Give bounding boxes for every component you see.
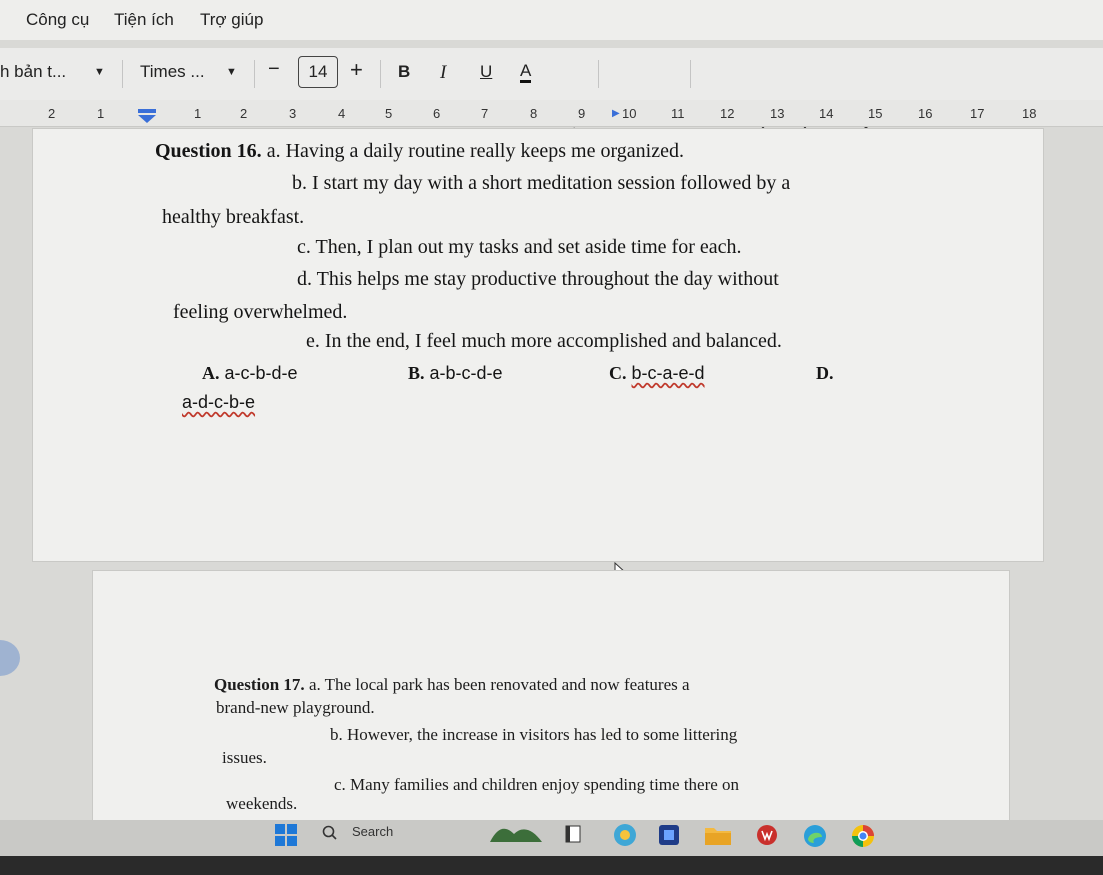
search-box[interactable]: Search <box>352 824 393 839</box>
q16-option-a: A. a-c-b-d-e <box>202 363 298 384</box>
ruler-label: 11 <box>671 106 685 121</box>
q16-option-d: D. <box>816 363 834 384</box>
option-text: b-c-a-e-d <box>631 363 705 383</box>
option-text: a-b-c-d-e <box>429 363 503 383</box>
ruler-label: 14 <box>819 106 834 121</box>
italic-button[interactable]: I <box>440 62 446 84</box>
increase-font-size-button[interactable]: + <box>350 57 363 83</box>
side-panel-tab[interactable] <box>0 640 20 676</box>
q16-sentence-d-cont: feeling overwhelmed. <box>173 301 348 323</box>
toolbar-divider <box>122 60 123 88</box>
ruler-label: 1 <box>194 106 202 121</box>
menu-extensions[interactable]: Tiện ích <box>114 10 174 30</box>
q17-sentence-c: c. Many families and children enjoy spen… <box>334 775 740 794</box>
ruler-label: 6 <box>433 106 441 121</box>
ruler-label: 17 <box>970 106 985 121</box>
formatting-toolbar: h bản t... ▼ Times ... ▼ − 14 + B I U A <box>0 48 1103 132</box>
ruler-label: 9 <box>578 106 586 121</box>
taskbar: Search <box>0 820 1103 875</box>
q16-sentence-b: b. I start my day with a short meditatio… <box>292 172 791 194</box>
windows-start-icon[interactable] <box>274 823 298 852</box>
file-explorer-icon[interactable] <box>704 824 732 851</box>
ruler-label: 2 <box>48 106 56 121</box>
option-letter: C. <box>609 363 627 383</box>
chrome-icon[interactable] <box>850 823 876 854</box>
q16-sentence-d: d. This helps me stay productive through… <box>297 268 779 290</box>
ruler-label: 5 <box>385 106 393 121</box>
text-color-button[interactable]: A <box>520 62 532 83</box>
right-indent-marker-icon[interactable]: ▶ <box>612 108 620 119</box>
option-text: a-c-b-d-e <box>224 363 298 383</box>
task-view-icon[interactable] <box>564 824 582 849</box>
indent-marker-icon[interactable] <box>136 108 160 129</box>
ruler-label: 1 <box>97 106 105 121</box>
bold-button[interactable]: B <box>398 62 410 82</box>
q17-sentence-a-cont: brand-new playground. <box>216 698 375 717</box>
ruler-label: 13 <box>770 106 785 121</box>
option-text: a-d-c-b-e <box>182 392 256 412</box>
menu-bar: Công cụ Tiện ích Trợ giúp <box>0 0 1103 40</box>
chevron-down-icon[interactable]: ▼ <box>94 66 105 78</box>
ruler-label: 15 <box>868 106 883 121</box>
font-family-dropdown[interactable]: Times ... <box>140 62 205 82</box>
toolbar-divider <box>380 60 381 88</box>
chevron-down-icon[interactable]: ▼ <box>226 66 237 78</box>
question-16-heading: Question 16. a. Having a daily routine r… <box>155 140 684 163</box>
q17-sentence-c-cont: weekends. <box>226 794 298 813</box>
q17-sentence-b: b. However, the increase in visitors has… <box>330 725 738 744</box>
question-17-heading: Question 17. a. The local park has been … <box>214 675 690 695</box>
ruler-label: 12 <box>720 106 735 121</box>
menu-help[interactable]: Trợ giúp <box>200 10 263 30</box>
toolbar-divider <box>598 60 599 88</box>
option-letter: B. <box>408 363 425 383</box>
q16-option-b: B. a-b-c-d-e <box>408 363 503 384</box>
app-icon[interactable] <box>658 824 680 851</box>
q17-sentence-b-cont: issues. <box>222 748 267 767</box>
ruler-label: 18 <box>1022 106 1037 121</box>
ruler-label: 8 <box>530 106 538 121</box>
monitor-bezel <box>0 856 1103 875</box>
question-17-prefix: Question 17. <box>214 675 305 694</box>
app-icon[interactable] <box>612 822 638 853</box>
font-size-input[interactable]: 14 <box>298 56 338 88</box>
ruler-label: 3 <box>289 106 297 121</box>
q16-sentence-e: e. In the end, I feel much more accompli… <box>306 330 782 352</box>
edge-browser-icon[interactable] <box>802 823 828 854</box>
q16-option-d-text: a-d-c-b-e <box>182 392 255 413</box>
ruler-label: 2 <box>240 106 248 121</box>
q16-option-c: C. b-c-a-e-d <box>609 363 705 384</box>
ruler-label: 16 <box>918 106 933 121</box>
underline-button[interactable]: U <box>480 62 492 82</box>
q17-sentence-a: a. The local park has been renovated and… <box>308 675 690 694</box>
decrease-font-size-button[interactable]: − <box>268 58 280 81</box>
search-icon[interactable] <box>322 825 338 846</box>
ruler-label: 4 <box>338 106 346 121</box>
q16-sentence-c: c. Then, I plan out my tasks and set asi… <box>297 236 742 258</box>
app-icon[interactable] <box>756 824 778 851</box>
widgets-icon[interactable] <box>488 822 544 853</box>
toolbar-divider <box>690 60 691 88</box>
menu-tools[interactable]: Công cụ <box>26 10 89 30</box>
option-letter: D. <box>816 363 834 383</box>
question-16-prefix: Question 16. <box>155 140 262 162</box>
ruler-label: 10 <box>622 106 637 121</box>
ruler-label: 7 <box>481 106 489 121</box>
q16-sentence-b-cont: healthy breakfast. <box>162 206 305 228</box>
toolbar-divider <box>254 60 255 88</box>
option-letter: A. <box>202 363 220 383</box>
ruler[interactable]: 2 1 1 2 3 4 5 6 7 8 9 10 11 12 13 14 15 … <box>0 100 1103 127</box>
q16-sentence-a: a. Having a daily routine really keeps m… <box>266 140 684 162</box>
paragraph-style-dropdown[interactable]: h bản t... <box>0 62 66 82</box>
